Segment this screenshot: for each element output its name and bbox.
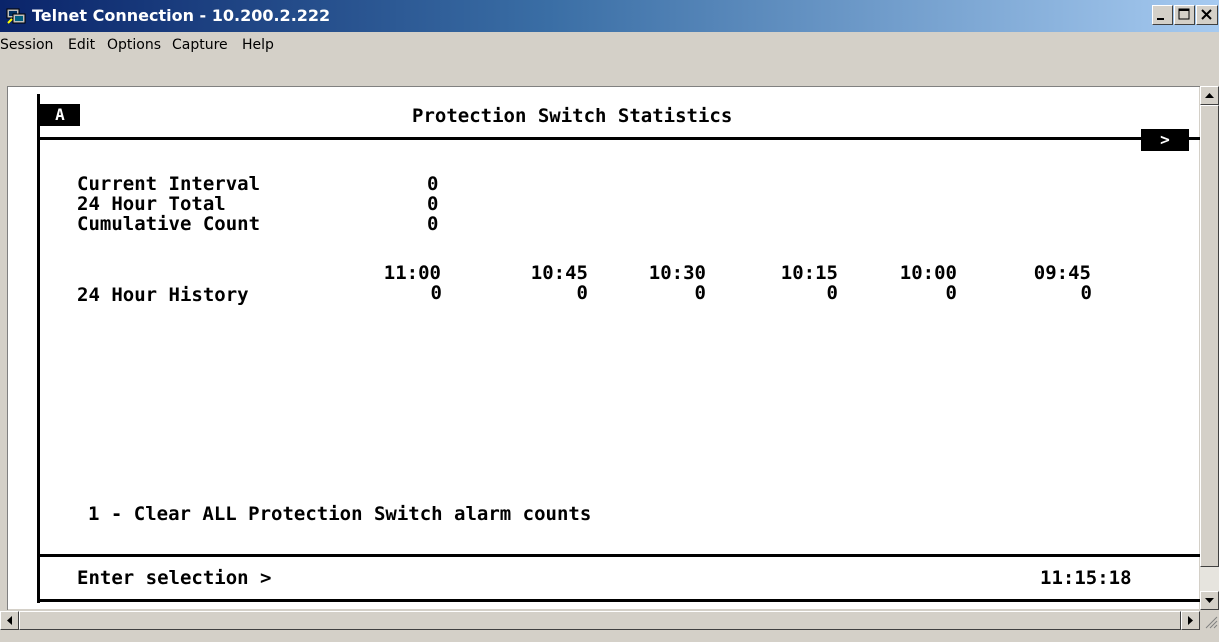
maximize-button[interactable] — [1174, 5, 1195, 25]
close-icon — [1201, 9, 1212, 20]
window-title: Telnet Connection - 10.200.2.222 — [32, 6, 331, 25]
history-time-3: 10:30 — [648, 262, 706, 284]
scroll-left-button[interactable] — [0, 611, 19, 630]
menu-options[interactable]: Options — [107, 37, 161, 53]
current-interval-value: 0 — [427, 173, 439, 195]
menu-help[interactable]: Help — [242, 37, 274, 53]
scroll-right-button[interactable] — [1181, 611, 1200, 630]
telnet-app-icon — [6, 6, 26, 26]
screen-badge: A — [40, 104, 80, 126]
terminal-left-border — [37, 94, 40, 603]
horizontal-scroll-thumb[interactable] — [19, 611, 1181, 630]
history-value-2: 0 — [576, 282, 588, 304]
bottom-border — [38, 599, 1200, 602]
menu-edit[interactable]: Edit — [68, 37, 95, 53]
menu-session[interactable]: Session — [0, 37, 53, 53]
horizontal-scrollbar[interactable] — [0, 611, 1219, 630]
menu-bar: Session Edit Options Capture Help — [0, 32, 1219, 58]
window-bottom-edge — [0, 630, 1219, 642]
scroll-up-button[interactable] — [1200, 86, 1219, 105]
history-value-3: 0 — [694, 282, 706, 304]
arrow-left-icon — [7, 616, 12, 625]
cumulative-count-value: 0 — [427, 213, 439, 235]
vertical-scrollbar[interactable] — [1200, 86, 1219, 610]
history-time-4: 10:15 — [780, 262, 838, 284]
arrow-down-icon — [1205, 598, 1214, 603]
history-time-6: 09:45 — [1033, 262, 1091, 284]
screen-title: Protection Switch Statistics — [412, 105, 733, 127]
history-label: 24 Hour History — [77, 284, 249, 306]
arrow-right-icon — [1188, 616, 1193, 625]
history-time-2: 10:45 — [530, 262, 588, 284]
minimize-icon — [1157, 18, 1164, 20]
terminal-screen[interactable] — [8, 87, 1199, 609]
history-value-4: 0 — [826, 282, 838, 304]
menu-capture[interactable]: Capture — [172, 37, 228, 53]
next-page-arrow[interactable]: > — [1141, 129, 1189, 151]
scroll-down-button[interactable] — [1200, 591, 1219, 610]
history-value-5: 0 — [945, 282, 957, 304]
title-bar[interactable]: Telnet Connection - 10.200.2.222 — [0, 0, 1219, 32]
arrow-up-icon — [1205, 93, 1214, 98]
close-button[interactable] — [1196, 5, 1218, 25]
history-value-1: 0 — [430, 282, 442, 304]
footer-divider — [38, 554, 1200, 557]
maximize-icon — [1178, 8, 1190, 20]
history-value-6: 0 — [1080, 282, 1092, 304]
enter-selection-prompt[interactable]: Enter selection > — [77, 568, 271, 588]
history-time-1: 11:00 — [383, 262, 441, 284]
cumulative-count-label: Cumulative Count — [77, 213, 261, 235]
current-interval-label: Current Interval — [77, 173, 261, 195]
24-hour-total-value: 0 — [427, 193, 439, 215]
clear-alarm-counts-option[interactable]: 1 - Clear ALL Protection Switch alarm co… — [88, 504, 591, 524]
24-hour-total-label: 24 Hour Total — [77, 193, 226, 215]
resize-grip-icon[interactable] — [1200, 611, 1219, 630]
history-time-5: 10:00 — [899, 262, 957, 284]
minimize-button[interactable] — [1152, 5, 1173, 25]
clock-display: 11:15:18 — [1040, 567, 1132, 589]
vertical-scroll-thumb[interactable] — [1200, 105, 1219, 567]
header-divider — [38, 137, 1200, 140]
